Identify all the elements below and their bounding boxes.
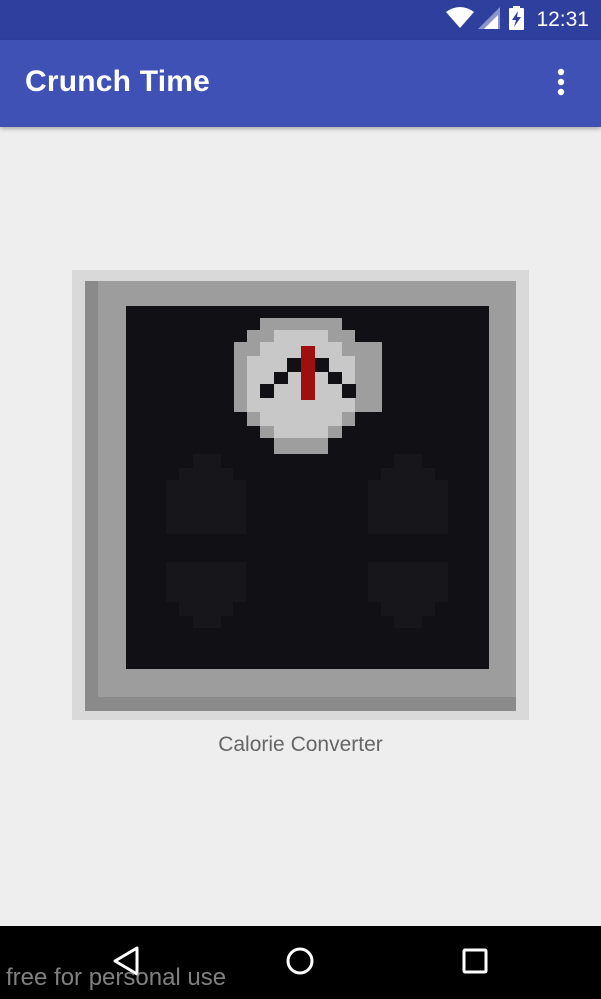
app-bar: Crunch Time bbox=[0, 40, 601, 127]
bathroom-scale-icon bbox=[72, 270, 529, 720]
home-button[interactable] bbox=[270, 940, 330, 986]
app-title: Crunch Time bbox=[25, 65, 211, 98]
card-label: Calorie Converter bbox=[218, 733, 383, 756]
recents-icon bbox=[461, 947, 489, 979]
overflow-menu-button[interactable] bbox=[545, 67, 577, 101]
status-time: 12:31 bbox=[536, 8, 589, 31]
recents-button[interactable] bbox=[445, 940, 505, 986]
home-icon bbox=[285, 946, 315, 980]
wifi-icon bbox=[446, 7, 475, 33]
battery-charging-icon bbox=[509, 6, 525, 34]
more-vert-icon bbox=[557, 68, 565, 100]
calorie-converter-card[interactable] bbox=[72, 270, 529, 720]
cellular-signal-icon bbox=[478, 7, 501, 33]
watermark-text: free for personal use bbox=[6, 964, 227, 991]
status-bar: 12:31 bbox=[0, 0, 601, 40]
status-icons: 12:31 bbox=[446, 6, 589, 34]
